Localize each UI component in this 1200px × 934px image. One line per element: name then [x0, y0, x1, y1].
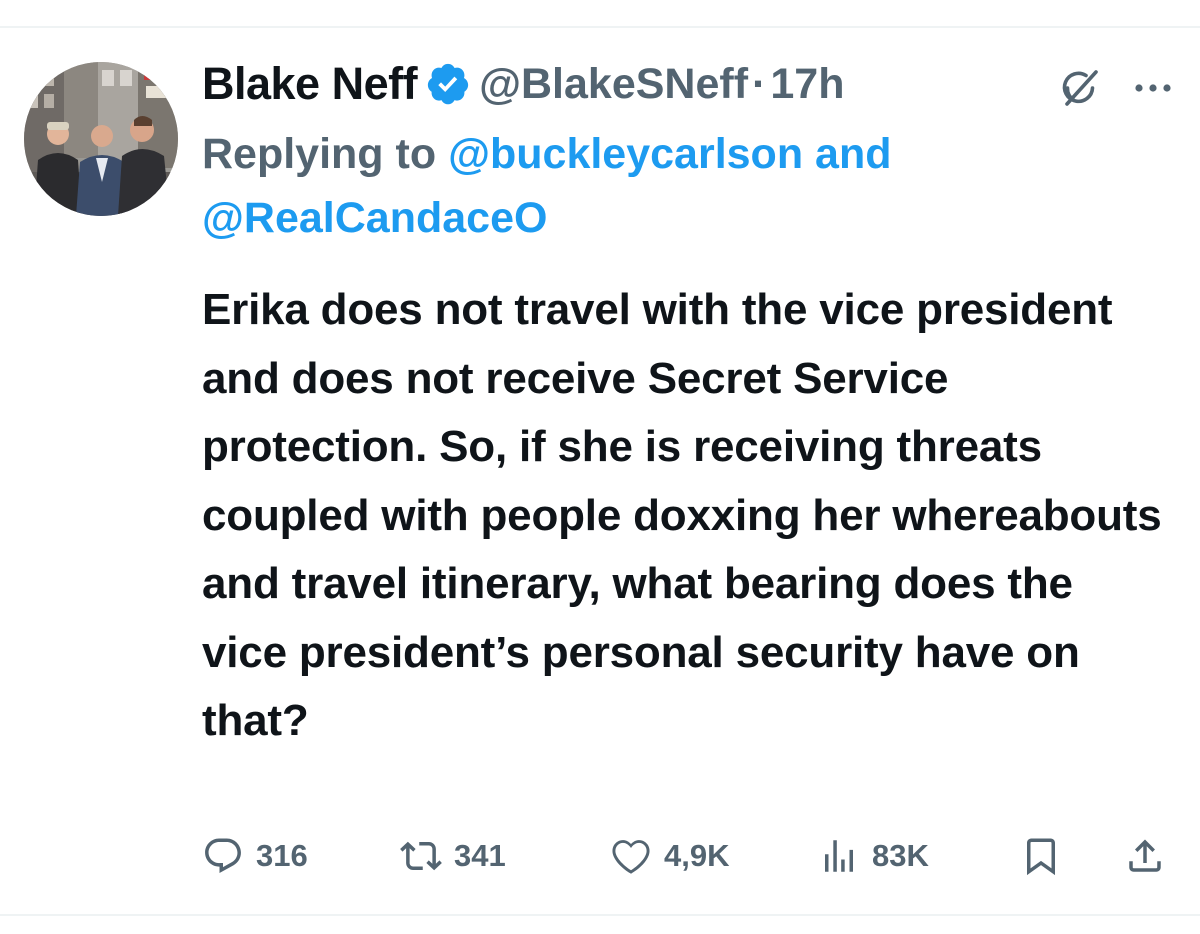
tweet-timestamp[interactable]: 17h	[770, 60, 844, 109]
verified-badge-icon[interactable]	[425, 61, 471, 107]
reply-mention-link[interactable]: @buckleycarlson	[448, 130, 803, 178]
top-divider	[0, 26, 1200, 28]
views-button[interactable]: 83K	[818, 834, 929, 878]
bookmark-icon	[1020, 835, 1062, 877]
views-icon	[818, 835, 860, 877]
reply-conjunction: and	[815, 130, 892, 178]
repost-icon	[400, 835, 442, 877]
header-separator: ·	[752, 59, 767, 108]
avatar[interactable]	[24, 62, 178, 216]
author-display-name[interactable]: Blake Neff	[202, 58, 418, 110]
replying-to-label: Replying to	[202, 130, 437, 178]
tweet-text: Erika does not travel with the vice pres…	[202, 285, 1162, 745]
repost-count: 341	[454, 838, 506, 873]
repost-button[interactable]: 341	[400, 834, 506, 878]
tweet-header: Blake Neff @BlakeSNeff · 17h	[202, 52, 844, 116]
like-button[interactable]: 4,9K	[610, 834, 729, 878]
bookmark-button[interactable]	[1020, 834, 1062, 878]
share-button[interactable]	[1124, 834, 1166, 878]
author-handle[interactable]: @BlakeSNeff	[479, 60, 748, 109]
like-icon	[610, 835, 652, 877]
like-count: 4,9K	[664, 838, 730, 873]
bottom-divider	[0, 914, 1200, 916]
views-count: 83K	[872, 838, 929, 873]
replying-to-line: Replying to @buckleycarlson and @RealCan…	[202, 122, 1102, 250]
grok-icon[interactable]	[1058, 66, 1102, 110]
share-icon	[1124, 835, 1166, 877]
more-icon[interactable]	[1130, 68, 1176, 108]
reply-button[interactable]: 316	[202, 834, 308, 878]
reply-icon	[202, 835, 244, 877]
reply-count: 316	[256, 838, 308, 873]
reply-mention-link[interactable]: @RealCandaceO	[202, 194, 547, 242]
